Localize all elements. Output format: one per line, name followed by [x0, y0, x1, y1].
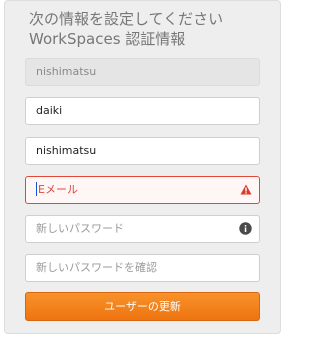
form-title: 次の情報を設定してください WorkSpaces 認証情報: [29, 9, 269, 49]
info-icon[interactable]: [239, 222, 252, 235]
last-name-value: nishimatsu: [36, 144, 97, 157]
email-placeholder-initial: E: [38, 183, 45, 196]
text-cursor: [36, 182, 37, 196]
new-password-input[interactable]: 新しいパスワード: [25, 215, 260, 243]
workspace-id-field: nishimatsu: [25, 58, 260, 86]
confirm-password-input[interactable]: 新しいパスワードを確認: [25, 254, 260, 282]
update-user-button[interactable]: ユーザーの更新: [25, 292, 260, 321]
email-placeholder-rest: メール: [44, 183, 78, 196]
credentials-card: 次の情報を設定してください WorkSpaces 認証情報: [4, 0, 281, 334]
first-name-value: daiki: [36, 104, 63, 117]
confirm-password-placeholder: 新しいパスワードを確認: [36, 261, 157, 274]
first-name-input[interactable]: daiki: [25, 97, 260, 125]
form-title-line-1: 次の情報を設定してください: [29, 10, 224, 28]
form-title-line-2: WorkSpaces 認証情報: [29, 30, 186, 48]
email-input[interactable]: Eメール: [25, 176, 260, 204]
new-password-placeholder: 新しいパスワード: [36, 222, 124, 235]
workspace-id-value: nishimatsu: [36, 65, 97, 78]
last-name-input[interactable]: nishimatsu: [25, 137, 260, 165]
warning-icon: [240, 184, 252, 195]
email-placeholder: Eメール: [36, 182, 78, 196]
